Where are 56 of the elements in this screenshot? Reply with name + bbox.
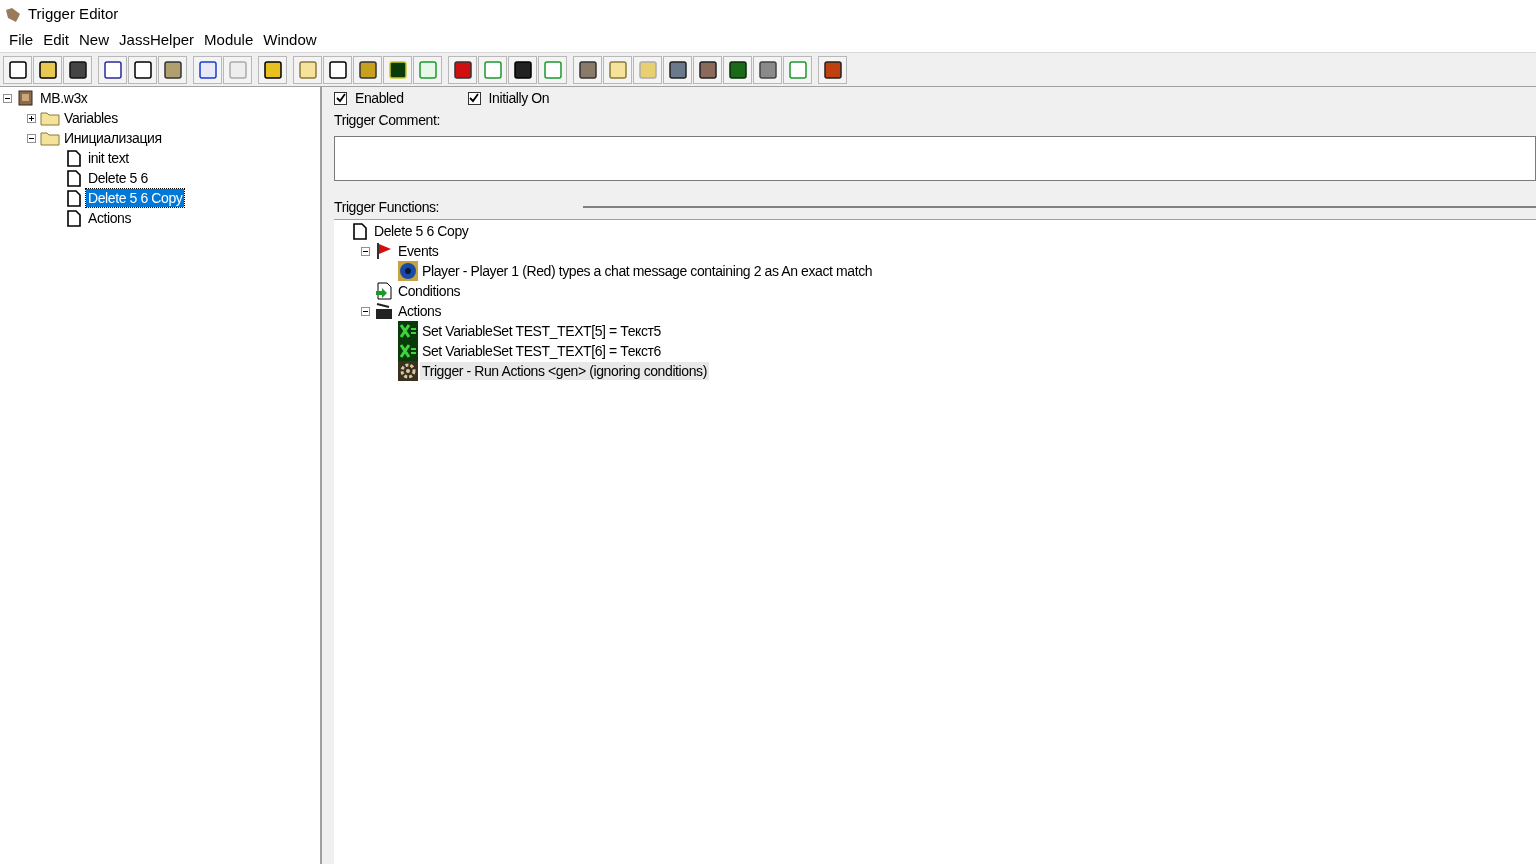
set-variable-icon [398, 341, 418, 361]
toolbar-button[interactable] [383, 55, 412, 84]
tree-item[interactable]: MB.w3x [38, 89, 90, 107]
toolbar-button[interactable] [258, 55, 287, 84]
menu-item[interactable]: Window [258, 29, 322, 52]
tree-item[interactable]: Variables [62, 109, 120, 127]
checkbox[interactable] [334, 91, 347, 105]
toolbar-button[interactable] [323, 55, 352, 84]
tree-item[interactable]: Actions [86, 209, 134, 227]
toolbar-button[interactable] [753, 55, 782, 84]
toolbar-button[interactable] [663, 55, 692, 84]
toolbar-button[interactable] [693, 55, 722, 84]
tree-item[interactable]: Delete 5 6 [86, 169, 150, 187]
tree-item[interactable]: Set VariableSet TEST_TEXT[5] = Текст5 [420, 322, 663, 340]
toolbar-button[interactable] [33, 55, 62, 84]
window-title: Trigger Editor [28, 4, 119, 25]
collapse-toggle[interactable] [360, 246, 370, 256]
tree-item[interactable]: Инициализация [62, 129, 164, 147]
comment-field[interactable] [334, 136, 1536, 181]
toolbar-button[interactable] [448, 55, 477, 84]
gear-icon [398, 361, 418, 381]
menu-item[interactable]: JassHelper [114, 29, 200, 52]
tree-item[interactable]: Events [396, 242, 441, 260]
collapse-toggle[interactable] [2, 93, 12, 103]
tree-item[interactable]: Conditions [396, 282, 463, 300]
collapse-toggle[interactable] [26, 133, 36, 143]
toolbar-button[interactable] [3, 55, 32, 84]
functions-label: Trigger Functions: [334, 197, 440, 217]
checkbox-label: Initially On [488, 88, 550, 108]
tree-item[interactable]: Delete 5 6 Copy [86, 189, 185, 207]
tree-item[interactable]: Player - Player 1 (Red) types a chat message containing 2 as An exact match [420, 262, 875, 280]
app-icon [4, 5, 22, 24]
expand-toggle[interactable] [26, 113, 36, 123]
checkbox-label: Enabled [355, 88, 404, 108]
toolbar-button[interactable] [573, 55, 602, 84]
toolbar-button[interactable] [508, 55, 537, 84]
checkbox[interactable] [467, 91, 481, 105]
tree-item[interactable]: Delete 5 6 Copy [372, 222, 471, 240]
menu-item[interactable]: Module [199, 29, 259, 52]
tree-item[interactable]: init text [86, 149, 131, 167]
toolbar-button[interactable] [63, 55, 92, 84]
comment-label: Trigger Comment: [334, 111, 441, 130]
toolbar-button[interactable] [128, 55, 157, 84]
tree-item[interactable]: Trigger - Run Actions <gen> (ignoring conditions) [420, 362, 709, 380]
toolbar-button[interactable] [353, 55, 382, 84]
toolbar-button[interactable] [818, 55, 847, 84]
menu-item[interactable]: Edit [38, 29, 75, 52]
menu-item[interactable]: File [4, 29, 39, 52]
tree-item[interactable]: Set VariableSet TEST_TEXT[6] = Текст6 [420, 342, 663, 360]
menu-item[interactable]: New [74, 29, 115, 52]
toolbar-button[interactable] [158, 55, 187, 84]
collapse-toggle[interactable] [360, 306, 370, 316]
tree-item[interactable]: Actions [396, 302, 444, 320]
toolbar-button[interactable] [723, 55, 752, 84]
player-icon [398, 261, 418, 281]
set-variable-icon [398, 321, 418, 341]
